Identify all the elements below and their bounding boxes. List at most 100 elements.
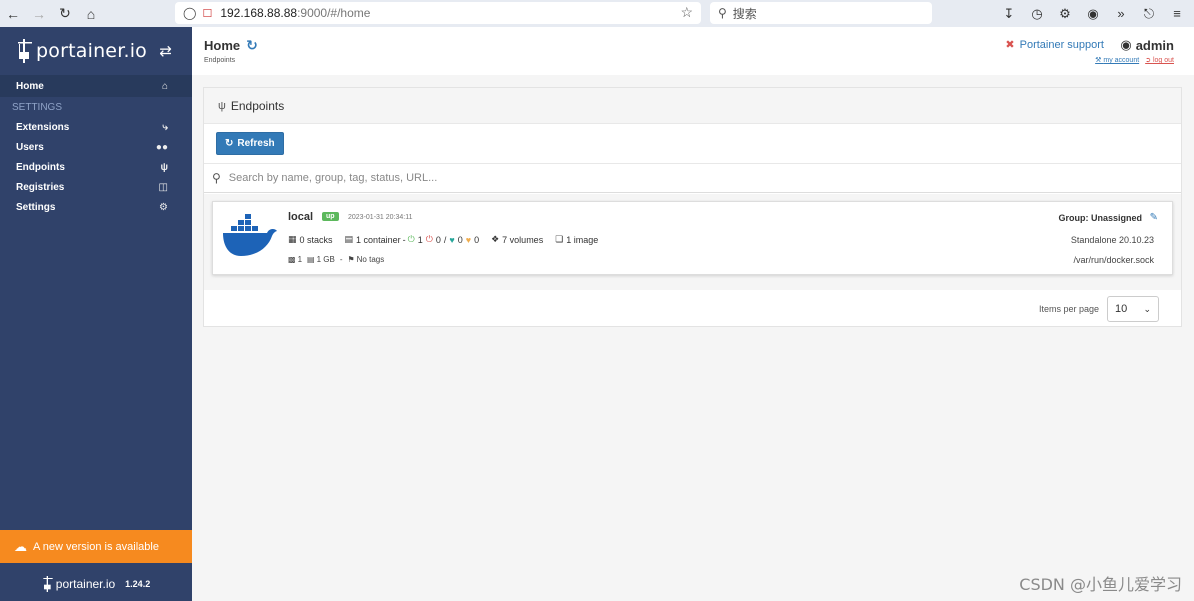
- database-icon: ◫: [158, 181, 168, 193]
- containers-count: 1 container: [356, 234, 401, 245]
- healthy-count: 0: [457, 234, 463, 245]
- sidebar-item-label: Users: [16, 141, 44, 153]
- watermark: CSDN @小鱼儿爱学习: [1019, 575, 1182, 594]
- sidebar-item-home[interactable]: Home ⌂: [0, 75, 192, 97]
- endpoint-stats: ▦ 0 stacks ▤ 1 container - ⏻ 1 ⏻ 0 / ♥ 0 ♥ 0 …: [288, 234, 610, 245]
- my-account-link[interactable]: ⚒ my account: [1095, 56, 1139, 64]
- sidebar-item-settings[interactable]: Settings ⚙: [0, 197, 192, 217]
- more-tools-icon[interactable]: »: [1107, 6, 1135, 21]
- sidebar-item-endpoints[interactable]: Endpoints ψ: [0, 157, 192, 177]
- my-account-text: my account: [1103, 57, 1140, 64]
- endpoint-name: local: [288, 211, 314, 223]
- server-icon: ▤: [344, 234, 354, 244]
- heartbeat-unhealthy-icon: ♥: [465, 234, 472, 245]
- endpoint-meta: ▩ 1 ▤ 1 GB - ⚑ No tags: [288, 255, 389, 264]
- users-icon: ●●: [155, 141, 168, 153]
- sidebar-item-label: Extensions: [16, 121, 70, 133]
- sidebar-toggle-icon[interactable]: ⇄: [159, 42, 172, 60]
- endpoint-search-input[interactable]: [228, 172, 1129, 184]
- history-icon[interactable]: ◷: [1023, 6, 1051, 22]
- insecure-lock-icon[interactable]: ☐: [202, 7, 212, 20]
- running-count: 1: [417, 234, 423, 245]
- browser-search-input[interactable]: ⚲ 搜索: [710, 2, 932, 24]
- url-path: :9000/#/home: [297, 6, 371, 20]
- support-link[interactable]: ✖ Portainer support: [1005, 38, 1104, 52]
- menu-icon[interactable]: ≡: [1163, 6, 1191, 21]
- cogs-icon: ⚙: [159, 201, 168, 213]
- plug-icon: ψ: [160, 161, 168, 173]
- back-arrow-icon[interactable]: ←: [0, 0, 26, 27]
- sidebar-item-label: Endpoints: [16, 161, 65, 173]
- crane-logo-icon: [18, 39, 32, 63]
- tags-icon: ⚑: [347, 255, 355, 264]
- crane-logo-icon: [43, 576, 53, 592]
- endpoint-card[interactable]: local up 2023-01-31 20:34:11 ▦ 0 stacks ▤…: [212, 201, 1173, 275]
- extension-icon[interactable]: ◉: [1079, 6, 1107, 22]
- username: admin: [1135, 37, 1174, 53]
- url-host: 192.168.88.88: [220, 6, 298, 20]
- cloud-download-icon: ☁: [14, 538, 27, 554]
- puzzle-icon[interactable]: ⎋: [1135, 6, 1163, 22]
- heartbeat-icon: ♥: [449, 234, 455, 245]
- sidebar-item-extensions[interactable]: Extensions ⤷: [0, 117, 192, 137]
- refresh-icon: ↻: [225, 138, 234, 149]
- refresh-button[interactable]: ↻ Refresh: [216, 132, 284, 155]
- sidebar-item-label: Settings: [16, 201, 56, 213]
- update-notice[interactable]: ☁ A new version is available: [0, 530, 192, 563]
- close-circle-icon: ✖: [1005, 39, 1015, 51]
- sidebar-section-settings: SETTINGS: [12, 101, 63, 113]
- sidebar-header: portainer.io ⇄: [0, 27, 192, 75]
- home-icon[interactable]: ⌂: [78, 0, 104, 27]
- endpoint-url: /var/run/docker.sock: [1073, 255, 1154, 265]
- separator: -: [402, 234, 406, 245]
- sidebar-item-label: Home: [16, 80, 44, 92]
- bookmark-star-icon[interactable]: ☆: [680, 4, 693, 21]
- shield-icon: ◯: [183, 6, 197, 20]
- search-icon: ⚲: [718, 6, 727, 20]
- power-off-icon: ⏻: [425, 234, 433, 244]
- user-menu: ◉ admin: [1120, 37, 1174, 53]
- stacks-stat: ▦ 0 stacks: [288, 234, 333, 245]
- browser-toolbar: ← → ↻ ⌂ ◯ ☐ 192.168.88.88:9000/#/home ☆ …: [0, 0, 1194, 27]
- user-circle-icon: ◉: [1120, 37, 1132, 52]
- portainer-logo[interactable]: portainer.io: [16, 38, 147, 64]
- support-text: Portainer support: [1019, 38, 1104, 51]
- download-icon[interactable]: ↧: [995, 6, 1023, 22]
- separator: /: [443, 234, 447, 245]
- separator: -: [339, 255, 343, 264]
- volumes-count: 7 volumes: [502, 234, 544, 245]
- docker-version: Standalone 20.10.23: [1070, 235, 1154, 245]
- endpoint-list: local up 2023-01-31 20:34:11 ▦ 0 stacks ▤…: [204, 194, 1181, 290]
- panel-toolbar: ↻ Refresh: [204, 124, 1181, 164]
- power-on-icon: ⏻: [407, 234, 415, 244]
- reload-icon[interactable]: ↻: [52, 0, 78, 27]
- volumes-stat: ❖ 7 volumes: [491, 234, 543, 245]
- panel-header: ψ Endpoints: [204, 88, 1181, 124]
- forward-arrow-icon[interactable]: →: [26, 0, 52, 27]
- bolt-icon: ⤷: [162, 121, 168, 133]
- unhealthy-count: 0: [474, 234, 480, 245]
- refresh-icon[interactable]: ↻: [246, 37, 258, 54]
- chevron-down-icon: ⌄: [1143, 303, 1151, 314]
- update-notice-text: A new version is available: [33, 540, 159, 553]
- sidebar-item-registries[interactable]: Registries ◫: [0, 177, 192, 197]
- address-bar[interactable]: ◯ ☐ 192.168.88.88:9000/#/home ☆: [175, 2, 701, 24]
- main-content: Home ↻ Endpoints ✖ Portainer support ◉ a…: [192, 27, 1194, 601]
- sidebar: portainer.io ⇄ Home ⌂ SETTINGS Extension…: [0, 27, 192, 601]
- items-per-page-select[interactable]: 10 ⌄: [1107, 296, 1159, 322]
- stacks-count: 0 stacks: [299, 234, 333, 245]
- sidebar-item-users[interactable]: Users ●●: [0, 137, 192, 157]
- logo-text: portainer.io: [36, 40, 148, 62]
- clone-icon: ❏: [555, 234, 564, 244]
- endpoint-search: ⚲: [204, 164, 1181, 193]
- endpoints-panel: ψ Endpoints ↻ Refresh ⚲ Search by name, …: [203, 87, 1182, 327]
- edit-pencil-icon[interactable]: ✎: [1150, 212, 1158, 223]
- docker-whale-icon: [223, 214, 277, 256]
- breadcrumb: Endpoints: [204, 57, 236, 64]
- page-title-text: Home: [204, 38, 241, 53]
- logout-link[interactable]: ➲ log out: [1145, 56, 1174, 64]
- panel-title: Endpoints: [230, 98, 285, 113]
- page-title: Home ↻: [204, 37, 258, 54]
- settings-gear-icon[interactable]: ⚙: [1051, 6, 1079, 22]
- endpoint-group: Group: Unassigned: [1058, 213, 1142, 223]
